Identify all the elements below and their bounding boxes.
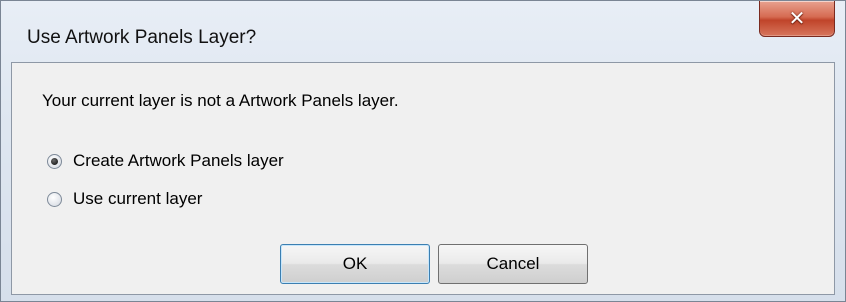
close-button[interactable]: ✕ (759, 1, 835, 37)
title-bar[interactable]: Use Artwork Panels Layer? ✕ (1, 1, 845, 61)
radio-selected-dot (51, 157, 58, 165)
radio-button-selected[interactable] (47, 153, 62, 169)
dialog-message: Your current layer is not a Artwork Pane… (42, 91, 399, 110)
radio-use-current-layer[interactable]: Use current layer (47, 189, 202, 209)
dialog-body: Your current layer is not a Artwork Pane… (11, 62, 835, 295)
dialog-title: Use Artwork Panels Layer? (27, 27, 257, 48)
cancel-button[interactable]: Cancel (438, 244, 588, 284)
ok-button[interactable]: OK (280, 244, 430, 284)
dialog-window: Use Artwork Panels Layer? ✕ Your current… (0, 0, 846, 302)
radio-label-create[interactable]: Create Artwork Panels layer (73, 151, 284, 171)
radio-button-unselected[interactable] (47, 191, 62, 207)
radio-label-use-current[interactable]: Use current layer (73, 189, 202, 209)
close-icon: ✕ (788, 5, 806, 30)
radio-create-artwork-panels-layer[interactable]: Create Artwork Panels layer (47, 151, 284, 171)
